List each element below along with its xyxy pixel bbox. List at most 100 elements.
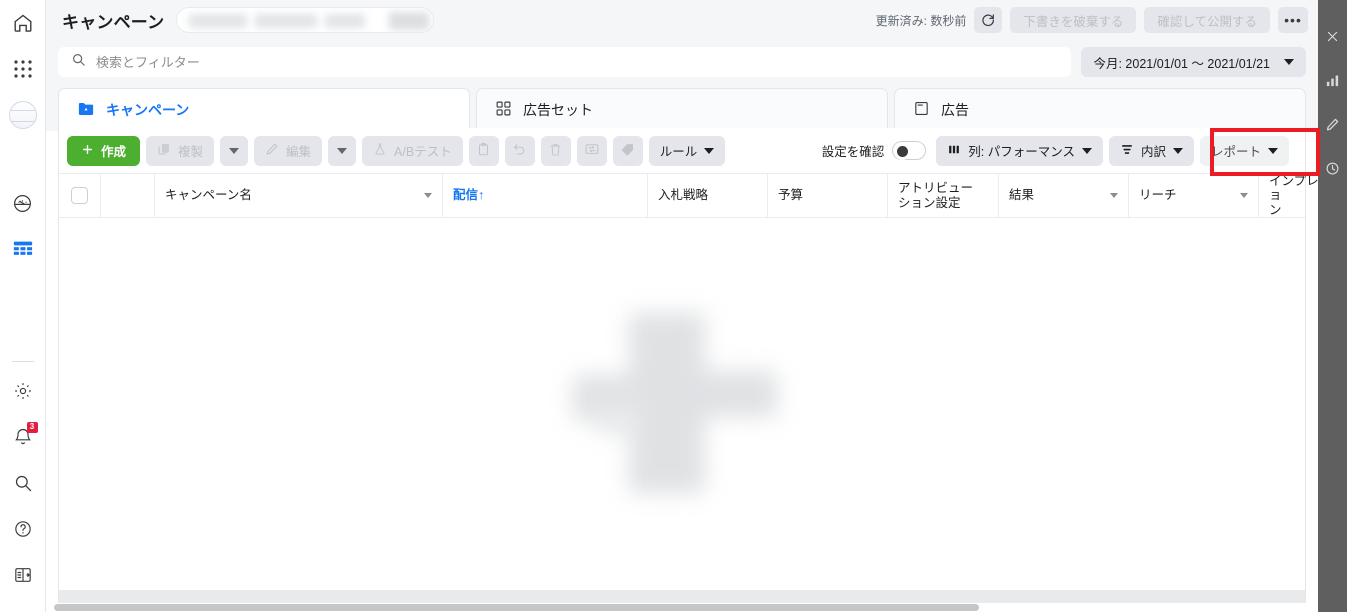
table-icon[interactable]: [0, 226, 46, 272]
adset-grid-icon: [495, 100, 512, 120]
left-rail: 3: [0, 0, 46, 612]
duplicate-dropdown-button[interactable]: [220, 135, 249, 166]
help-icon[interactable]: [0, 506, 46, 552]
review-settings-toggle[interactable]: [892, 141, 927, 160]
select-all-checkbox-cell[interactable]: [59, 174, 101, 217]
updated-status: 更新済み: 数秒前: [875, 13, 967, 28]
tab-label: 広告セット: [523, 102, 593, 118]
column-header-attribution[interactable]: アトリビュー ション設定: [888, 174, 999, 217]
tag-icon: [620, 142, 635, 160]
account-selector-blurred[interactable]: [176, 7, 435, 33]
breakdown-button[interactable]: 内訳: [1108, 135, 1194, 166]
date-range-picker[interactable]: 今月: 2021/01/01 〜 2021/01/21: [1081, 47, 1306, 77]
pencil-icon: [265, 142, 279, 159]
blur-chunk: [255, 14, 318, 28]
column-header-status: [101, 174, 155, 217]
column-header-bid-strategy[interactable]: 入札戦略: [648, 174, 768, 217]
bell-icon[interactable]: 3: [0, 414, 46, 460]
tab-label: 広告: [941, 102, 969, 118]
globe-shape: [8, 101, 37, 129]
search-input[interactable]: [96, 54, 1059, 70]
ad-card-icon: [913, 100, 930, 120]
grid-apps-icon[interactable]: [0, 46, 46, 92]
tab-ads[interactable]: 広告: [894, 88, 1306, 131]
clipboard-icon: [476, 142, 491, 160]
chevron-down-icon: [1284, 59, 1294, 65]
review-settings-toggle-group[interactable]: 設定を確認: [822, 141, 927, 160]
table-header-row: キャンペーン名 配信↑ 入札戦略 予算 アトリビュー ション設定 結果 リーチ: [59, 174, 1344, 218]
create-button-label: 作成: [101, 145, 127, 159]
review-publish-button[interactable]: 確認して公開する: [1144, 7, 1270, 33]
clock-icon[interactable]: [1318, 146, 1347, 190]
pencil-icon[interactable]: [1318, 102, 1347, 146]
tab-adsets[interactable]: 広告セット: [476, 88, 888, 131]
report-button-label: レポート: [1210, 145, 1261, 159]
date-range-label: 今月: 2021/01/01 〜 2021/01/21: [1093, 56, 1270, 71]
tab-label: キャンペーン: [106, 102, 190, 118]
columns-button[interactable]: 列: パフォーマンス: [936, 135, 1103, 166]
breakdown-button-label: 内訳: [1140, 145, 1166, 159]
toggle-knob: [894, 143, 912, 160]
discard-draft-button[interactable]: 下書きを破棄する: [1010, 7, 1137, 33]
column-header-delivery[interactable]: 配信↑: [443, 174, 648, 217]
edit-button-label: 編集: [286, 145, 312, 159]
scrollbar-thumb[interactable]: [54, 604, 979, 611]
plus-icon: [81, 143, 94, 159]
home-icon[interactable]: [0, 0, 46, 46]
tab-bar: キャンペーン 広告セット 広告: [46, 84, 1318, 131]
refresh-icon[interactable]: [974, 7, 1003, 33]
table-body: [59, 218, 1305, 592]
create-button[interactable]: 作成: [67, 135, 141, 166]
report-button[interactable]: レポート: [1199, 135, 1289, 166]
column-label: 結果: [1009, 188, 1035, 203]
select-all-checkbox[interactable]: [71, 187, 88, 204]
export-button[interactable]: [576, 135, 607, 166]
undo-icon: [512, 142, 527, 160]
chevron-down-icon: [337, 147, 348, 154]
edit-dropdown-button[interactable]: [328, 135, 357, 166]
breakdown-icon: [1120, 143, 1134, 159]
panel-toggle-icon[interactable]: [0, 552, 46, 598]
tab-campaigns[interactable]: キャンペーン: [58, 88, 470, 131]
column-header-campaign-name[interactable]: キャンペーン名: [155, 174, 443, 217]
columns-icon: [947, 143, 961, 159]
trash-icon: [548, 142, 563, 160]
edit-button[interactable]: 編集: [254, 135, 323, 166]
chevron-down-icon: [1240, 193, 1248, 198]
column-header-budget[interactable]: 予算: [768, 174, 888, 217]
bar-chart-icon[interactable]: [1318, 58, 1347, 102]
blurred-placeholder-graphic: [567, 305, 797, 505]
column-label: 予算: [778, 188, 804, 203]
app-root: 3 キャンペーン 更新済み: 数秒前 下書きを破棄する 確認して公開する •••…: [0, 0, 1347, 612]
close-icon[interactable]: [1318, 14, 1347, 58]
delete-button[interactable]: [540, 135, 571, 166]
search-row: 今月: 2021/01/01 〜 2021/01/21: [46, 40, 1318, 84]
rules-button-label: ルール: [659, 145, 698, 159]
chevron-down-icon: [1172, 147, 1183, 154]
tag-button[interactable]: [612, 135, 643, 166]
duplicate-button[interactable]: 複製: [146, 135, 215, 166]
gear-icon[interactable]: [0, 368, 46, 414]
page-title: キャンペーン: [62, 12, 165, 32]
column-header-reach[interactable]: リーチ: [1129, 174, 1259, 217]
right-rail: [1318, 0, 1347, 612]
column-header-results[interactable]: 結果: [999, 174, 1129, 217]
horizontal-scrollbar[interactable]: [46, 603, 1318, 612]
gauge-icon[interactable]: [0, 180, 46, 226]
blur-chunk: [389, 12, 430, 30]
column-label: キャンペーン名: [165, 188, 252, 203]
chevron-down-icon: [1081, 147, 1092, 154]
search-icon[interactable]: [0, 460, 46, 506]
clipboard-button[interactable]: [468, 135, 499, 166]
rules-button[interactable]: ルール: [648, 135, 726, 166]
globe-icon[interactable]: [0, 92, 46, 138]
rail-divider: [11, 361, 34, 362]
search-filter-box[interactable]: [58, 47, 1072, 77]
ab-test-button[interactable]: A/Bテスト: [362, 135, 463, 166]
more-options-button[interactable]: •••: [1278, 7, 1308, 33]
export-icon: [584, 141, 600, 160]
undo-button[interactable]: [504, 135, 535, 166]
campaign-table-card: 作成 複製 編集 A/Bテスト ルール 設定を確認 列: パフォーマンス 内訳 …: [58, 128, 1344, 592]
chevron-down-icon: [704, 147, 715, 154]
header-actions: 更新済み: 数秒前 下書きを破棄する 確認して公開する •••: [876, 7, 1318, 33]
